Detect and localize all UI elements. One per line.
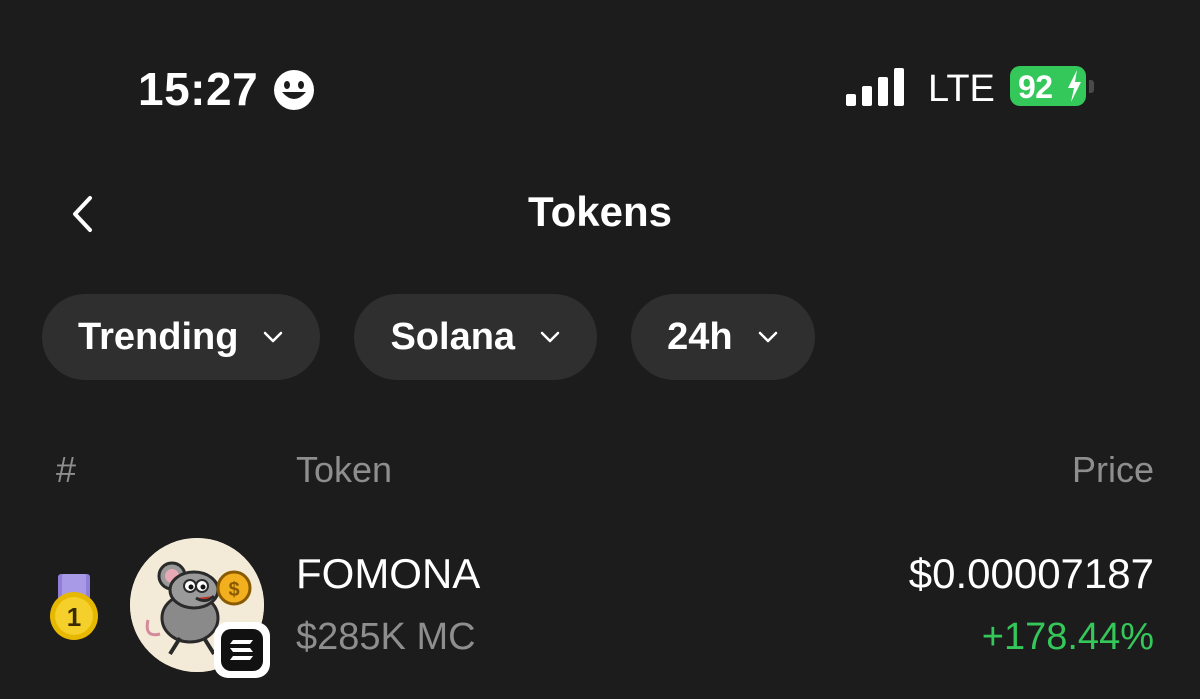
filter-label: 24h bbox=[667, 315, 733, 358]
signal-bars-icon bbox=[846, 68, 904, 106]
table-header: # Token Price bbox=[0, 445, 1200, 495]
battery-level: 92 bbox=[1018, 69, 1053, 105]
column-header-price: Price bbox=[1071, 449, 1154, 490]
rank-number: 1 bbox=[67, 602, 81, 632]
filter-timeframe-dropdown[interactable]: 24h bbox=[631, 294, 815, 380]
token-price: $0.00007187 bbox=[908, 550, 1154, 597]
chain-badge bbox=[214, 622, 270, 678]
table-row[interactable]: 1 $ FOMONA $285K MC $0.00007187 +178.44% bbox=[0, 530, 1200, 680]
chevron-down-icon bbox=[758, 331, 777, 343]
token-market-cap: $285K MC bbox=[296, 616, 476, 658]
battery-indicator: 92 bbox=[1010, 66, 1094, 106]
chevron-down-icon bbox=[264, 331, 283, 343]
filter-label: Solana bbox=[390, 315, 516, 358]
solana-glyph bbox=[230, 640, 253, 660]
nav-bar: Tokens bbox=[0, 180, 1200, 250]
filter-bar: Trending Solana 24h bbox=[42, 294, 815, 380]
column-header-token: Token bbox=[296, 449, 393, 490]
chevron-down-icon bbox=[540, 331, 560, 343]
filter-sort-dropdown[interactable]: Trending bbox=[42, 294, 321, 380]
charging-bolt-icon bbox=[1068, 70, 1081, 102]
token-name: FOMONA bbox=[296, 550, 481, 597]
page-title: Tokens bbox=[528, 188, 672, 235]
status-bar: 15:27 LTE 92 bbox=[0, 0, 1200, 180]
network-type: LTE bbox=[928, 68, 995, 110]
filter-label: Trending bbox=[78, 315, 239, 358]
column-header-rank: # bbox=[56, 449, 77, 490]
solana-icon bbox=[221, 629, 263, 671]
filter-chain-dropdown[interactable]: Solana bbox=[354, 294, 598, 380]
gold-medal-icon: 1 bbox=[50, 574, 98, 640]
battery-tip bbox=[1089, 80, 1094, 93]
token-price-change: +178.44% bbox=[981, 616, 1154, 658]
smiley-emoji-icon bbox=[274, 70, 314, 110]
svg-text:$: $ bbox=[228, 579, 239, 601]
status-time: 15:27 bbox=[138, 63, 259, 115]
